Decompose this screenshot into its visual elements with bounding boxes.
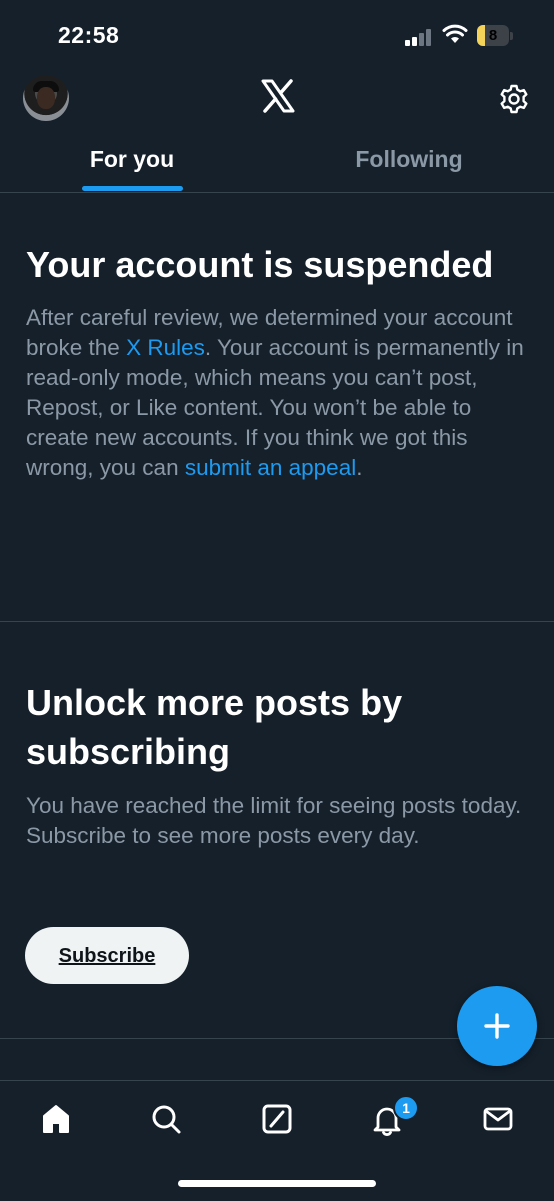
- subscription-prompt: Unlock more posts by subscribing You hav…: [26, 678, 536, 851]
- wifi-icon: [442, 24, 468, 43]
- section-divider: [0, 621, 554, 622]
- battery-icon: 8: [477, 25, 509, 46]
- subscription-title: Unlock more posts by subscribing: [26, 682, 403, 772]
- status-time: 22:58: [58, 22, 120, 48]
- notification-count-badge: 1: [393, 1095, 419, 1121]
- timeline-tabs: For you Following: [0, 130, 554, 193]
- x-rules-link[interactable]: X Rules: [126, 335, 205, 360]
- submit-appeal-link[interactable]: submit an appeal: [185, 455, 356, 480]
- tab-for-you[interactable]: For you: [0, 146, 264, 173]
- suspension-body-text-3: .: [356, 455, 363, 480]
- x-logo-icon: [261, 79, 295, 113]
- top-bar: [0, 70, 554, 130]
- tab-active-indicator: [82, 186, 183, 191]
- grok-icon[interactable]: [257, 1099, 297, 1139]
- status-bar: 22:58 8: [0, 0, 554, 70]
- search-icon[interactable]: [146, 1099, 186, 1139]
- suspension-notice: Your account is suspended After careful …: [26, 240, 536, 483]
- home-icon[interactable]: [36, 1099, 76, 1139]
- suspension-body: After careful review, we determined your…: [26, 303, 536, 483]
- suspension-title: Your account is suspended: [26, 244, 494, 285]
- compose-post-button[interactable]: [457, 986, 537, 1066]
- avatar[interactable]: [23, 75, 69, 121]
- messages-icon[interactable]: [478, 1099, 518, 1139]
- battery-cap: [510, 32, 513, 40]
- cellular-signal-icon: [405, 28, 433, 46]
- bottom-navigation: 1: [0, 1080, 554, 1201]
- subscription-body: You have reached the limit for seeing po…: [26, 793, 522, 848]
- subscribe-button[interactable]: Subscribe: [25, 927, 189, 984]
- battery-level: 8: [488, 27, 498, 44]
- tab-following[interactable]: Following: [282, 146, 536, 173]
- plus-icon: [484, 1013, 510, 1039]
- gear-icon[interactable]: [498, 83, 530, 115]
- home-indicator: [178, 1180, 376, 1187]
